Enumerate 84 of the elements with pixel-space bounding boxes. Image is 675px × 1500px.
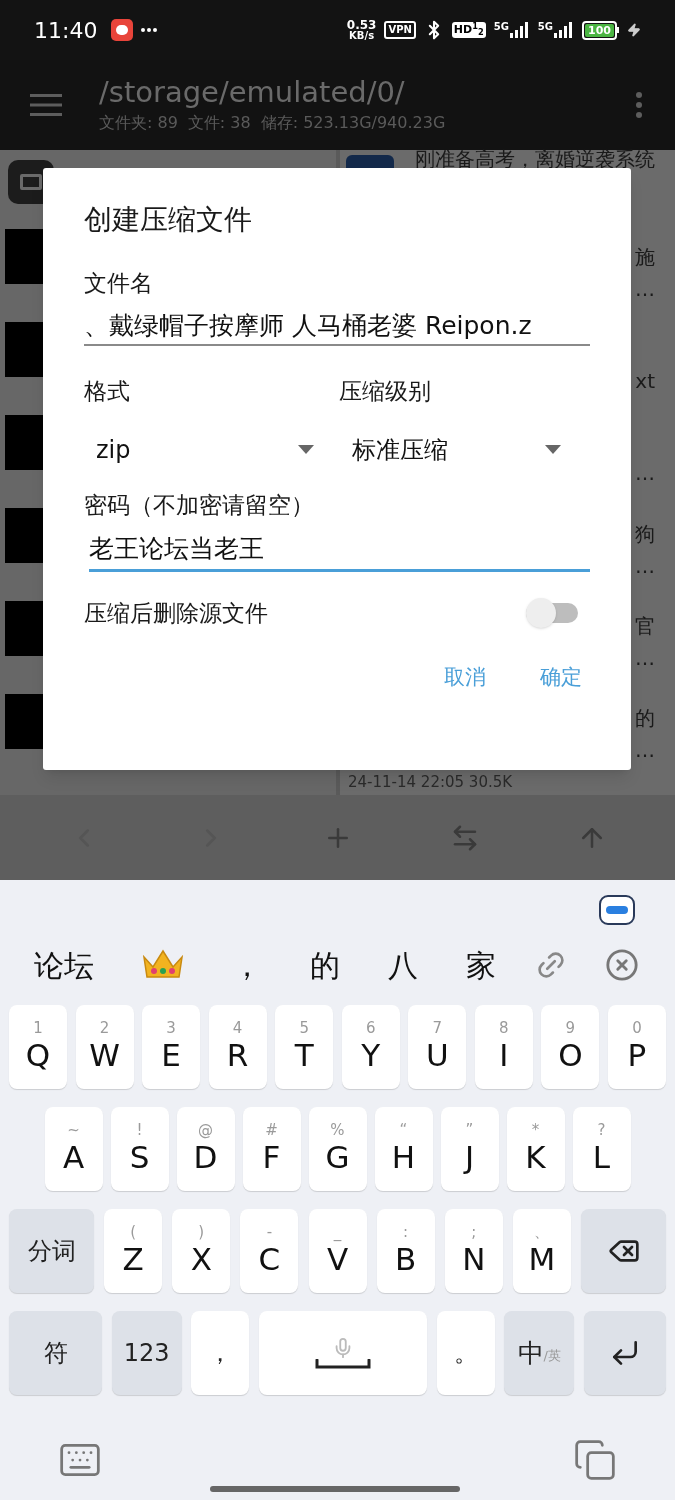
keyboard-key[interactable]: 9 O <box>541 1005 600 1089</box>
close-icon[interactable] <box>605 948 639 982</box>
keyboard-key[interactable]: ! S <box>110 1107 169 1191</box>
keyboard-key[interactable]: # F <box>242 1107 301 1191</box>
app-icon <box>111 19 134 41</box>
keyboard-key[interactable]: ， <box>191 1311 250 1395</box>
keyboard-key[interactable]: ) X <box>172 1209 231 1293</box>
keyboard-key[interactable]: 分词 <box>9 1209 94 1293</box>
net-speed-unit: KB/s <box>349 31 375 41</box>
candidate-word[interactable]: 论坛 <box>34 942 94 988</box>
format-dropdown[interactable]: zip <box>84 434 314 466</box>
clock: 11:40 <box>34 16 98 45</box>
keyboard-key[interactable]: 3 E <box>142 1005 201 1089</box>
level-dropdown[interactable]: 标准压缩 <box>339 434 561 466</box>
net-speed: 0.53 <box>346 19 377 31</box>
space-key[interactable] <box>258 1311 427 1395</box>
menu-icon[interactable] <box>30 94 62 116</box>
file-name: … <box>635 276 655 304</box>
file-name: … <box>635 644 655 672</box>
keyboard-key[interactable]: 6 Y <box>341 1005 400 1089</box>
keyboard-key[interactable]: 4 R <box>208 1005 267 1089</box>
file-name: … <box>635 736 655 764</box>
keyboard-key[interactable]: 123 <box>111 1311 182 1395</box>
keyboard-key[interactable]: ? L <box>572 1107 631 1191</box>
field-label: 文件名 <box>84 269 154 298</box>
assistant-icon[interactable] <box>599 895 635 925</box>
delete-source-toggle[interactable] <box>526 599 578 627</box>
keyboard-key[interactable]: % G <box>308 1107 367 1191</box>
field-label: 格式 <box>84 377 131 406</box>
file-name: … <box>635 552 655 580</box>
file-meta: 24-11-14 22:05 30.5K <box>348 771 513 792</box>
candidate-word[interactable]: 的 <box>310 942 340 988</box>
keyboard-key[interactable]: 、 M <box>512 1209 571 1293</box>
path-title: /storage/emulated/0/ <box>99 75 406 109</box>
keyboard-key[interactable]: ~ A <box>44 1107 103 1191</box>
file-name: 狗 <box>635 520 655 548</box>
field-label: 压缩级别 <box>339 377 431 406</box>
keyboard-key[interactable]: “ H <box>374 1107 433 1191</box>
folder-stat: 文件: 38 <box>187 112 251 134</box>
keyboard-key[interactable]: 0 P <box>607 1005 666 1089</box>
keyboard-key[interactable]: 7 U <box>408 1005 467 1089</box>
keyboard-key[interactable]: ; N <box>444 1209 503 1293</box>
file-name: … <box>635 460 655 488</box>
keyboard-key[interactable]: _ V <box>308 1209 367 1293</box>
file-name: 刚准备高考，离婚逆袭系统 <box>415 150 655 168</box>
option-label: 压缩后删除源文件 <box>84 599 268 628</box>
more-icon <box>141 28 158 32</box>
keyboard-key[interactable]: 8 I <box>474 1005 533 1089</box>
space-bar-icon <box>314 1359 371 1369</box>
dropdown-caret-icon <box>545 445 561 455</box>
battery-icon: 100 <box>582 20 619 40</box>
keyboard-key[interactable]: - C <box>240 1209 299 1293</box>
keyboard-key[interactable]: * K <box>506 1107 565 1191</box>
keyboard-key[interactable]: 。 <box>436 1311 495 1395</box>
keyboard-key[interactable]: 符 <box>9 1311 102 1395</box>
overflow-menu-icon[interactable] <box>635 92 643 118</box>
keyboard-key[interactable]: ( Z <box>104 1209 163 1293</box>
keyboard-key[interactable]: 1 Q <box>9 1005 67 1089</box>
keyboard-key[interactable]: 5 T <box>275 1005 334 1089</box>
keyboard-key[interactable]: 2 W <box>75 1005 134 1089</box>
keyboard-key[interactable]: ” J <box>440 1107 499 1191</box>
keyboard-key[interactable]: : B <box>376 1209 435 1293</box>
charging-icon <box>627 23 641 37</box>
password-field[interactable]: 老王论坛当老王 <box>89 530 590 572</box>
file-name: 的 <box>635 704 655 732</box>
dropdown-caret-icon <box>298 445 314 455</box>
clipboard-icon[interactable] <box>573 1438 617 1482</box>
vpn-badge: VPN <box>384 21 416 39</box>
folder-stat: 文件夹: 89 <box>99 112 178 134</box>
filename-field[interactable]: 、戴绿帽子按摩师 人马桶老婆 Reipon.z <box>84 308 590 346</box>
candidate-word[interactable]: 家 <box>466 942 496 988</box>
crown-icon[interactable] <box>142 949 184 981</box>
file-name: xt <box>635 368 655 396</box>
folder-stat: 储存: 523.13G/940.23G <box>260 112 446 134</box>
backspace-key[interactable] <box>581 1209 666 1293</box>
candidate-word[interactable]: ， <box>232 942 262 988</box>
keyboard-key[interactable]: @ D <box>176 1107 235 1191</box>
file-name: 施 <box>635 244 655 272</box>
candidate-word[interactable]: 八 <box>388 942 418 988</box>
dialog-title: 创建压缩文件 <box>84 202 253 238</box>
language-key[interactable]: 中/英 <box>504 1311 575 1395</box>
enter-key[interactable] <box>583 1311 666 1395</box>
file-name: 官 <box>635 612 655 640</box>
field-label: 密码（不加密请留空） <box>84 491 315 520</box>
